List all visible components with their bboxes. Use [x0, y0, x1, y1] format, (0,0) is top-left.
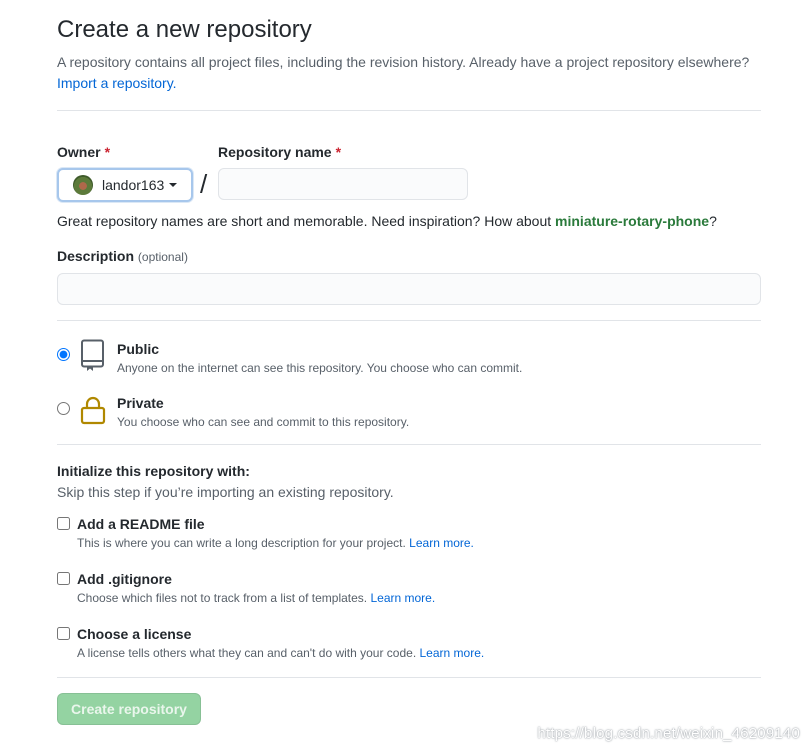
owner-label-text: Owner — [57, 144, 101, 160]
public-title: Public — [117, 341, 160, 357]
readme-option[interactable]: Add a README file This is where you can … — [57, 514, 761, 569]
description-input[interactable] — [57, 273, 761, 305]
private-radio[interactable] — [57, 402, 70, 415]
private-title: Private — [117, 395, 164, 411]
learn-more-link[interactable]: Learn more. — [370, 591, 435, 605]
gitignore-option[interactable]: Add .gitignore Choose which files not to… — [57, 569, 761, 624]
owner-label: Owner * — [57, 144, 110, 160]
gitignore-description: Choose which files not to track from a l… — [77, 589, 435, 607]
create-repository-button[interactable]: Create repository — [57, 693, 201, 725]
gitignore-title: Add .gitignore — [77, 571, 172, 587]
readme-description: This is where you can write a long descr… — [77, 534, 474, 552]
license-description: A license tells others what they can and… — [77, 644, 484, 662]
repo-book-icon — [81, 339, 104, 371]
divider — [57, 110, 761, 111]
name-hint: Great repository names are short and mem… — [57, 211, 777, 231]
name-suggestion[interactable]: miniature-rotary-phone — [555, 213, 709, 229]
public-description: Anyone on the internet can see this repo… — [117, 361, 523, 375]
page-subtitle: A repository contains all project files,… — [57, 52, 761, 94]
readme-title: Add a README file — [77, 516, 205, 532]
lock-icon — [80, 396, 106, 425]
hint-suffix: ? — [709, 213, 717, 229]
import-repository-link[interactable]: Import a repository. — [57, 75, 177, 91]
create-repo-form: Create a new repository A repository con… — [57, 0, 761, 111]
divider — [57, 320, 761, 321]
initialize-subtitle: Skip this step if you’re importing an ex… — [57, 484, 394, 500]
repository-name-input[interactable] — [218, 168, 468, 200]
learn-more-link[interactable]: Learn more. — [409, 536, 474, 550]
description-label: Description (optional) — [57, 248, 188, 264]
license-checkbox[interactable] — [57, 627, 70, 640]
watermark: https://blog.csdn.net/weixin_46209140 — [537, 725, 800, 742]
avatar — [73, 175, 93, 195]
hint-text: Great repository names are short and mem… — [57, 213, 556, 229]
divider — [57, 677, 761, 678]
subtitle-text: A repository contains all project files,… — [57, 54, 750, 70]
readme-desc-text: This is where you can write a long descr… — [77, 536, 406, 550]
gitignore-desc-text: Choose which files not to track from a l… — [77, 591, 368, 605]
learn-more-link[interactable]: Learn more. — [420, 646, 485, 660]
description-label-text: Description — [57, 248, 135, 264]
initialize-title: Initialize this repository with: — [57, 463, 250, 479]
divider — [57, 444, 761, 445]
owner-name: landor163 — [102, 177, 165, 193]
required-mark: * — [104, 144, 111, 160]
visibility-public-option[interactable]: Public Anyone on the internet can see th… — [57, 339, 761, 393]
repo-name-label: Repository name * — [218, 144, 341, 160]
owner-select[interactable]: landor163 — [57, 168, 193, 202]
private-description: You choose who can see and commit to thi… — [117, 415, 410, 429]
optional-tag: (optional) — [137, 250, 188, 264]
visibility-private-option[interactable]: Private You choose who can see and commi… — [57, 393, 761, 447]
required-mark: * — [335, 144, 342, 160]
license-desc-text: A license tells others what they can and… — [77, 646, 417, 660]
license-option[interactable]: Choose a license A license tells others … — [57, 624, 761, 679]
public-radio[interactable] — [57, 348, 70, 361]
chevron-down-icon — [169, 183, 178, 187]
gitignore-checkbox[interactable] — [57, 572, 70, 585]
page-title: Create a new repository — [57, 16, 312, 43]
license-title: Choose a license — [77, 626, 192, 642]
readme-checkbox[interactable] — [57, 517, 70, 530]
page: Create a new repository A repository con… — [0, 0, 808, 750]
repo-name-label-text: Repository name — [218, 144, 332, 160]
owner-repo-separator: / — [200, 169, 208, 199]
